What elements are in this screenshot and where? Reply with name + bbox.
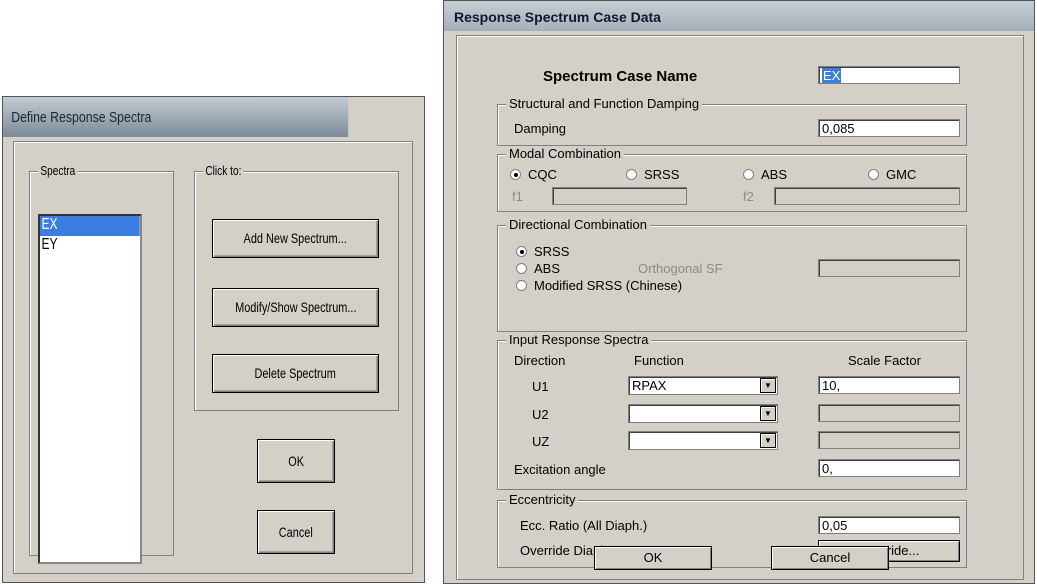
eccentricity-legend: Eccentricity [506, 492, 579, 507]
function-u1-select[interactable]: RPAX ▼ [628, 376, 778, 395]
chevron-down-icon: ▼ [760, 433, 776, 448]
gmc-radio[interactable] [868, 169, 879, 180]
dialog-body: Spectra EX EY Click to: Add New Spectrum… [13, 141, 413, 574]
direction-uz-label: UZ [532, 434, 550, 449]
cqc-radio[interactable] [510, 169, 521, 180]
abs-radio[interactable] [743, 169, 754, 180]
chevron-down-icon: ▼ [760, 406, 776, 421]
cancel-button[interactable]: Cancel [257, 510, 335, 554]
input-response-spectra-legend: Input Response Spectra [506, 332, 652, 347]
ecc-ratio-label: Ecc. Ratio (All Diaph.) [520, 518, 648, 533]
damping-legend: Structural and Function Damping [506, 96, 703, 111]
spectra-legend: Spectra [38, 163, 78, 178]
f2-label: f2 [743, 189, 754, 204]
chevron-down-icon: ▼ [760, 378, 776, 393]
dialog-title: Response Spectrum Case Data [444, 1, 1034, 31]
list-item-ey[interactable]: EY [40, 236, 115, 256]
f1-field[interactable] [552, 187, 687, 205]
scale-factor-header: Scale Factor [848, 353, 921, 368]
scale-u2-field[interactable] [818, 404, 960, 422]
dir-modified-srss-label: Modified SRSS (Chinese) [534, 278, 683, 293]
orthogonal-sf-label: Orthogonal SF [638, 261, 723, 276]
function-u2-select[interactable]: ▼ [628, 404, 778, 423]
input-response-spectra-group: Input Response Spectra Direction Functio… [497, 332, 967, 490]
add-new-spectrum-button[interactable]: Add New Spectrum... [212, 219, 379, 258]
gmc-label: GMC [886, 167, 917, 182]
function-header: Function [634, 353, 684, 368]
f2-field[interactable] [774, 187, 960, 205]
ok-button[interactable]: OK [594, 546, 712, 570]
scale-uz-field[interactable] [818, 431, 960, 449]
directional-combination-legend: Directional Combination [506, 217, 651, 232]
spectra-list[interactable]: EX EY [38, 214, 142, 564]
abs-label: ABS [761, 167, 788, 182]
spectrum-case-name-field[interactable]: EX [818, 66, 960, 84]
ok-button[interactable]: OK [257, 439, 335, 483]
spectra-group: Spectra EX EY [29, 163, 174, 564]
f1-label: f1 [512, 189, 523, 204]
excitation-angle-label: Excitation angle [514, 462, 606, 477]
direction-u1-label: U1 [532, 379, 549, 394]
modal-combination-group: Modal Combination CQC SRSS ABS GMC f1 f2 [497, 146, 967, 212]
define-response-spectra-dialog: Define Response Spectra Spectra EX EY Cl… [2, 96, 425, 583]
orthogonal-sf-field[interactable] [818, 259, 960, 277]
scale-u1-field[interactable]: 10, [818, 376, 960, 394]
cancel-button[interactable]: Cancel [771, 546, 889, 570]
damping-group: Structural and Function Damping Damping … [497, 96, 967, 146]
modal-combination-legend: Modal Combination [506, 146, 625, 161]
excitation-angle-field[interactable]: 0, [818, 459, 960, 477]
cqc-label: CQC [528, 167, 557, 182]
modify-show-spectrum-button[interactable]: Modify/Show Spectrum... [212, 288, 379, 327]
srss-radio[interactable] [626, 169, 637, 180]
function-uz-select[interactable]: ▼ [628, 431, 778, 450]
dir-srss-label: SRSS [534, 244, 570, 259]
srss-label: SRSS [644, 167, 680, 182]
ecc-ratio-field[interactable]: 0,05 [818, 516, 960, 534]
dir-abs-radio[interactable] [516, 263, 527, 274]
dialog-title: Define Response Spectra [3, 97, 349, 137]
directional-combination-group: Directional Combination SRSS ABS Orthogo… [497, 217, 967, 332]
damping-label: Damping [514, 121, 567, 136]
dir-modified-srss-radio[interactable] [516, 280, 527, 291]
dialog-body: Spectrum Case Name EX Structural and Fun… [456, 35, 1024, 580]
dir-abs-label: ABS [534, 261, 561, 276]
direction-header: Direction [514, 353, 566, 368]
click-to-legend: Click to: [203, 163, 244, 178]
dir-srss-radio[interactable] [516, 246, 527, 257]
damping-field[interactable]: 0,085 [818, 119, 960, 137]
response-spectrum-case-dialog: Response Spectrum Case Data Spectrum Cas… [443, 0, 1035, 584]
delete-spectrum-button[interactable]: Delete Spectrum [212, 354, 379, 393]
spectrum-case-name-label: Spectrum Case Name [543, 68, 698, 85]
eccentricity-group: Eccentricity Ecc. Ratio (All Diaph.) 0,0… [497, 492, 967, 568]
list-item-ex[interactable]: EX [40, 216, 140, 236]
direction-u2-label: U2 [532, 407, 549, 422]
